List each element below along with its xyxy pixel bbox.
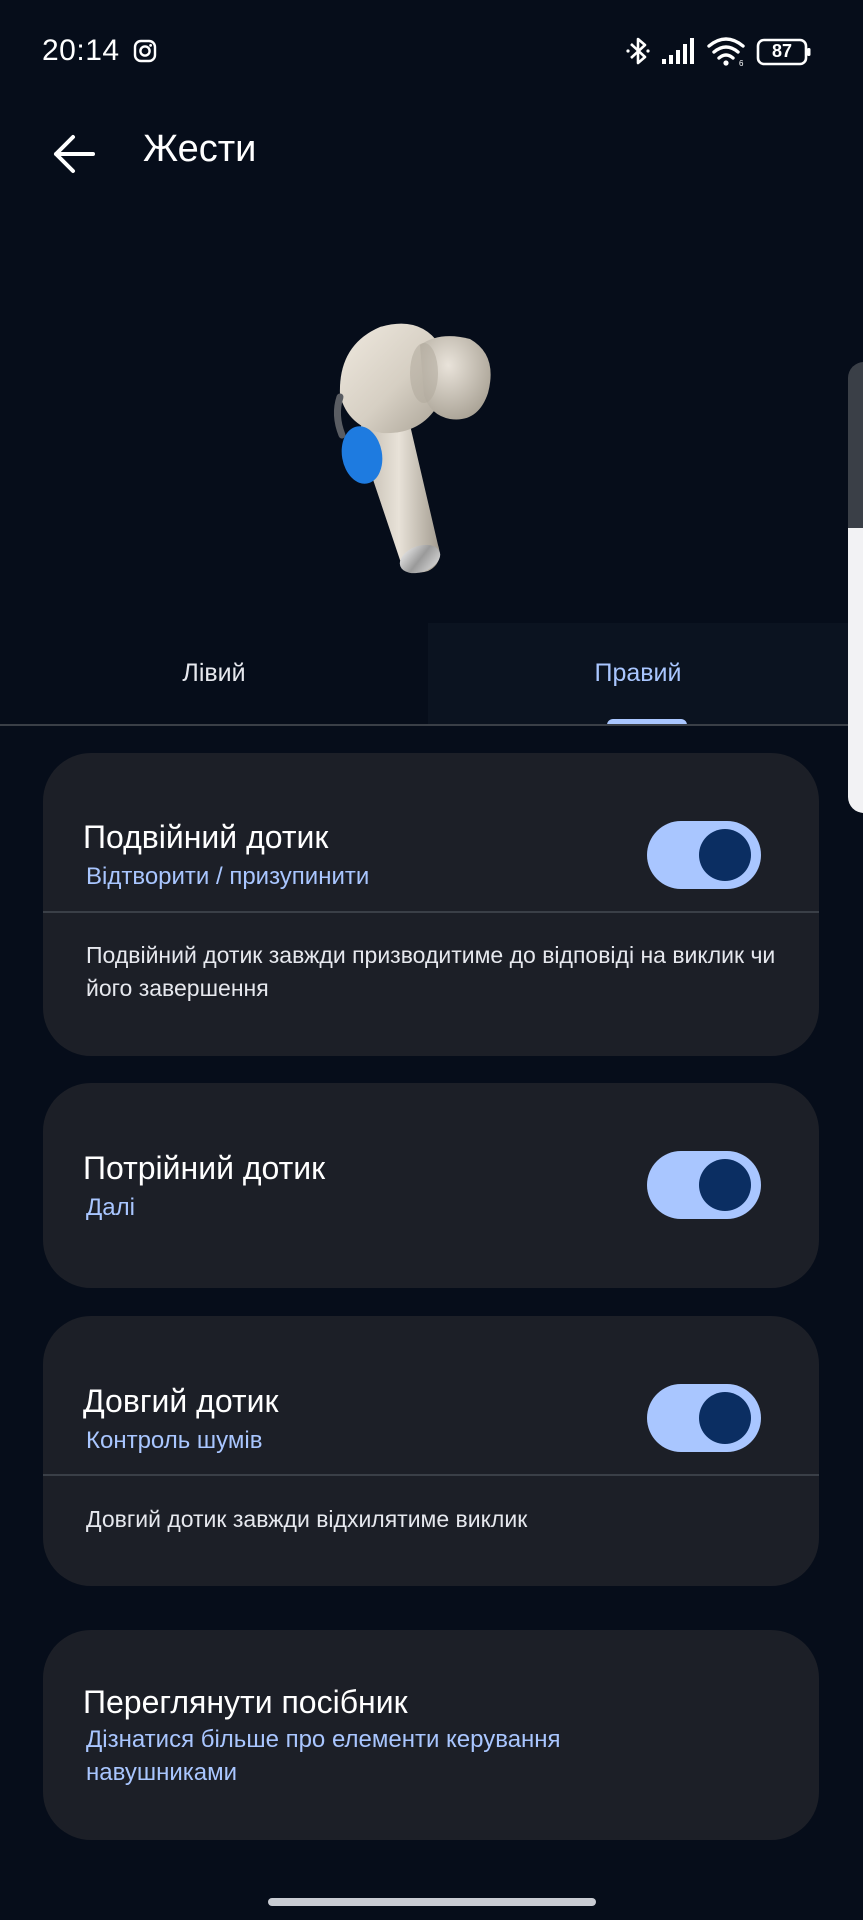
edge-panel [848, 528, 863, 813]
double-tap-card: Подвійний дотик Відтворити / призупинити… [43, 753, 819, 1056]
double-tap-note: Подвійний дотик завжди призводитиме до в… [86, 942, 776, 1001]
long-press-note: Довгий дотик завжди відхилятиме виклик [86, 1506, 528, 1532]
earbud-tabs: Лівий Правий [0, 623, 848, 726]
view-guide-card[interactable]: Переглянути посібник Дізнатися більше пр… [43, 1630, 819, 1840]
toggle-knob [699, 1159, 751, 1211]
long-press-action[interactable]: Контроль шумів [86, 1424, 262, 1457]
home-indicator[interactable] [268, 1898, 596, 1906]
double-tap-action[interactable]: Відтворити / призупинити [86, 860, 369, 893]
view-guide-title: Переглянути посібник [83, 1684, 408, 1720]
back-button[interactable] [44, 126, 104, 182]
toggle-knob [699, 829, 751, 881]
signal-icon [662, 38, 694, 64]
triple-tap-action[interactable]: Далі [86, 1191, 135, 1224]
card-divider [43, 911, 819, 913]
triple-tap-title[interactable]: Потрійний дотик [83, 1150, 325, 1187]
page-title: Жести [143, 128, 257, 170]
gestures-screen: 20:14 6 87 Жести Лівий Правий Подвійний … [0, 0, 863, 1920]
status-bar: 20:14 6 87 [0, 0, 863, 104]
bluetooth-icon [626, 37, 650, 65]
long-press-title[interactable]: Довгий дотик [83, 1383, 278, 1420]
tab-right[interactable]: Правий [428, 623, 848, 724]
triple-tap-card: Потрійний дотик Далі [43, 1083, 819, 1288]
battery-level: 87 [771, 41, 793, 61]
triple-tap-toggle[interactable] [647, 1151, 761, 1219]
app-bar: Жести [0, 104, 863, 204]
card-divider [43, 1474, 819, 1476]
tab-left[interactable]: Лівий [0, 623, 428, 724]
wifi-icon: 6 [707, 37, 745, 67]
toggle-knob [699, 1392, 751, 1444]
svg-text:6: 6 [739, 59, 744, 67]
arrow-left-icon [54, 135, 95, 173]
tabs-divider [0, 724, 848, 726]
double-tap-title[interactable]: Подвійний дотик [83, 819, 328, 856]
view-guide-subtitle: Дізнатися більше про елементи керування … [86, 1726, 561, 1786]
earbud-illustration [333, 323, 491, 574]
edge-panel-handle[interactable] [848, 362, 863, 532]
instagram-icon [133, 39, 157, 63]
long-press-toggle[interactable] [647, 1384, 761, 1452]
double-tap-toggle[interactable] [647, 821, 761, 889]
status-time: 20:14 [42, 34, 120, 67]
long-press-card: Довгий дотик Контроль шумів Довгий дотик… [43, 1316, 819, 1586]
